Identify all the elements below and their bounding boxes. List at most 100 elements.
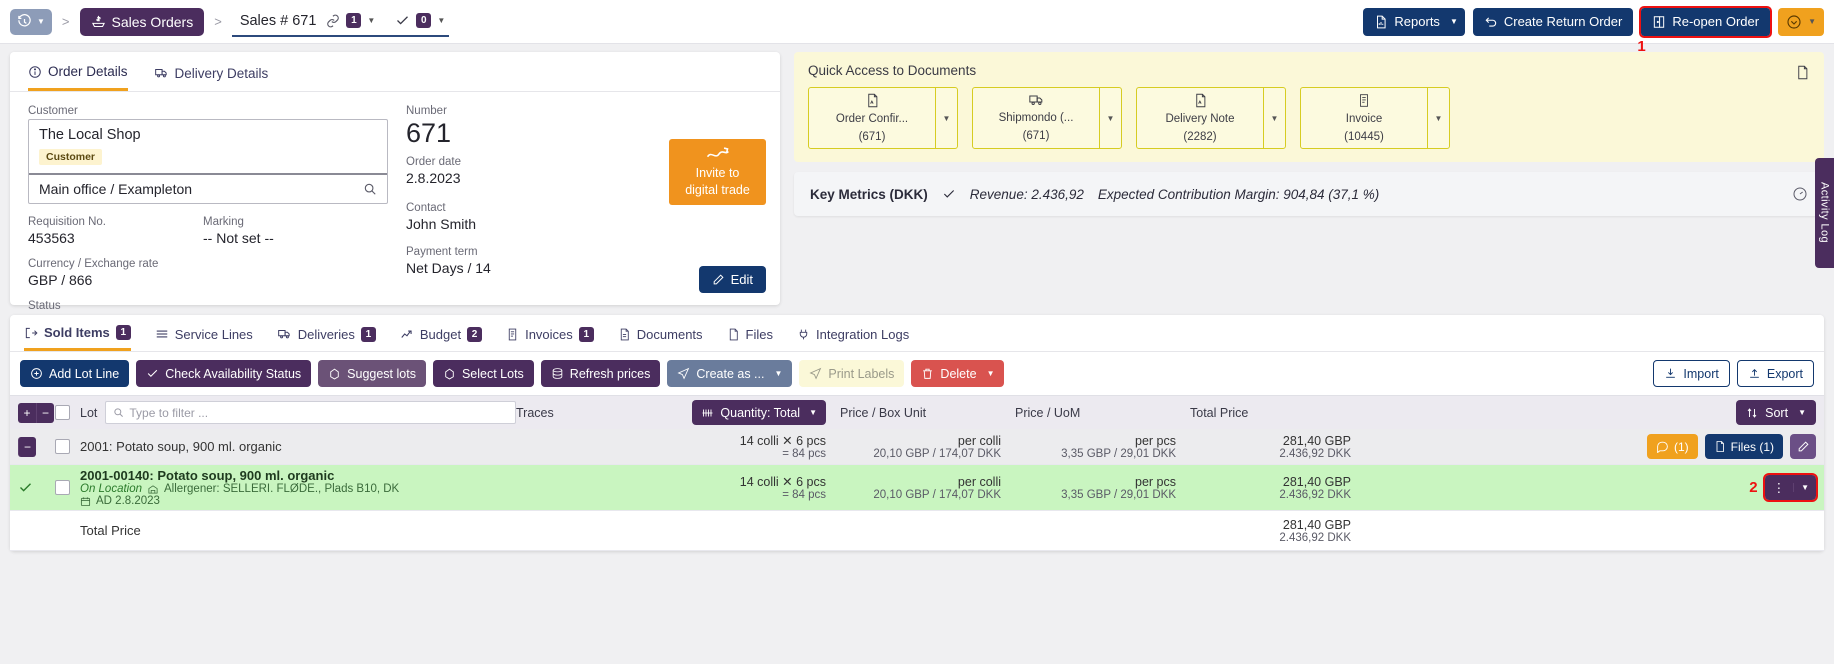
payment-term-label: Payment term: [406, 246, 656, 258]
order-edit-button[interactable]: Edit: [699, 266, 766, 293]
doc-delivery-note[interactable]: Delivery Note (2282) ▼: [1136, 87, 1286, 149]
select-lots-button[interactable]: Select Lots: [433, 360, 534, 387]
breadcrumb-sales-orders-label: Sales Orders: [112, 14, 194, 30]
check-icon: [395, 13, 410, 28]
row-quantity: 14 colli ✕ 6 pcs = 84 pcs: [666, 474, 826, 501]
select-all-cell: [44, 405, 80, 420]
doc-invoice-main[interactable]: Invoice (10445): [1301, 88, 1427, 148]
customer-address-value: Main office / Exampleton: [39, 181, 192, 197]
doc-delivery-note-caret-icon[interactable]: ▼: [1263, 88, 1285, 148]
tab-order-details[interactable]: Order Details: [28, 64, 128, 91]
row-checkbox[interactable]: [55, 480, 70, 495]
history-button[interactable]: ▼: [10, 9, 52, 35]
doc-delivery-note-main[interactable]: Delivery Note (2282): [1137, 88, 1263, 148]
tab-service-lines[interactable]: Service Lines: [155, 325, 253, 351]
truck-icon: [154, 66, 169, 80]
row-total-price: 281,40 GBP 2.436,92 DKK: [1176, 434, 1351, 460]
refresh-prices-button[interactable]: Refresh prices: [541, 360, 661, 387]
basket-icon: [1786, 14, 1802, 30]
sort-button[interactable]: Sort ▼: [1736, 400, 1816, 425]
invite-digital-trade-button[interactable]: Invite to digital trade: [669, 139, 766, 205]
tab-files[interactable]: Files: [727, 325, 773, 351]
row-collapse-button[interactable]: −: [18, 437, 36, 457]
invite-line-2: digital trade: [685, 183, 750, 199]
print-labels-button[interactable]: Print Labels: [799, 360, 904, 387]
row-quantity: 14 colli ✕ 6 pcs = 84 pcs: [666, 433, 826, 460]
row-on-location: On Location: [80, 483, 142, 495]
history-caret-icon[interactable]: ▼: [37, 17, 45, 26]
quick-access-doc-icon[interactable]: [1795, 64, 1810, 81]
row-context-caret-icon[interactable]: ▼: [1793, 483, 1816, 492]
reopen-order-button[interactable]: Re-open Order: [1641, 8, 1770, 36]
sort-caret-icon[interactable]: ▼: [1798, 408, 1806, 417]
doc-order-confirmation[interactable]: Order Confir... (671) ▼: [808, 87, 958, 149]
import-button[interactable]: Import: [1653, 360, 1729, 387]
select-all-checkbox[interactable]: [55, 405, 70, 420]
doc-order-confirmation-main[interactable]: Order Confir... (671): [809, 88, 935, 148]
check-caret-icon[interactable]: ▼: [437, 16, 445, 25]
table-total-row: Total Price 281,40 GBP 2.436,92 DKK: [10, 511, 1824, 551]
quick-access-title: Quick Access to Documents: [808, 63, 1810, 78]
total-line-2: 2.436,92 DKK: [1176, 532, 1351, 544]
breadcrumb-order-label: Sales # 671: [236, 13, 321, 29]
tab-budget[interactable]: Budget 2: [400, 325, 482, 351]
row-files-button[interactable]: Files (1): [1705, 434, 1783, 459]
tab-invoices[interactable]: Invoices 1: [506, 325, 594, 351]
customer-address-input[interactable]: Main office / Exampleton: [29, 175, 387, 203]
doc-shipmondo[interactable]: Shipmondo (... (671) ▼: [972, 87, 1122, 149]
more-actions-button[interactable]: ▼: [1778, 8, 1824, 36]
doc-invoice-caret-icon[interactable]: ▼: [1427, 88, 1449, 148]
order-details-card: Order Details Delivery Details Customer …: [10, 52, 780, 305]
tab-sold-items[interactable]: Sold Items 1: [24, 325, 131, 351]
row-price-box-unit: per colli 20,10 GBP / 174,07 DKK: [826, 434, 1001, 460]
table-row[interactable]: − 2001: Potato soup, 900 ml. organic 14 …: [10, 429, 1824, 465]
key-metrics-gauge-icon[interactable]: [1792, 186, 1808, 202]
create-as-button[interactable]: Create as ... ▼: [667, 360, 792, 387]
import-label: Import: [1683, 367, 1718, 381]
quantity-total-button[interactable]: Quantity: Total ▼: [692, 400, 826, 425]
tab-integration-logs[interactable]: Integration Logs: [797, 325, 909, 351]
row-actions: (1) Files (1): [1351, 434, 1816, 459]
pdf-icon: [1193, 92, 1208, 109]
export-button[interactable]: Export: [1737, 360, 1814, 387]
create-as-caret-icon[interactable]: ▼: [774, 369, 782, 378]
expand-all-button[interactable]: +: [18, 403, 36, 423]
customer-top[interactable]: The Local Shop Customer: [29, 120, 387, 175]
link-caret-icon[interactable]: ▼: [367, 16, 375, 25]
reports-caret-icon[interactable]: ▼: [1450, 17, 1458, 26]
doc-shipmondo-caret-icon[interactable]: ▼: [1099, 88, 1121, 148]
breadcrumb-order[interactable]: Sales # 671 1 ▼ 0 ▼: [232, 7, 449, 37]
activity-log-rail[interactable]: Activity Log: [1815, 158, 1834, 268]
delete-button[interactable]: Delete ▼: [911, 360, 1004, 387]
bars-icon: [701, 407, 714, 419]
delete-caret-icon[interactable]: ▼: [987, 369, 995, 378]
requisition-label: Requisition No.: [28, 216, 203, 228]
order-date-value: 2.8.2023: [406, 170, 656, 186]
doc-invoice[interactable]: Invoice (10445) ▼: [1300, 87, 1450, 149]
tab-deliveries[interactable]: Deliveries 1: [277, 325, 376, 351]
key-metrics-bar: Key Metrics (DKK) Revenue: 2.436,92 Expe…: [794, 172, 1824, 216]
add-lot-line-button[interactable]: Add Lot Line: [20, 360, 129, 387]
tab-documents[interactable]: Documents: [618, 325, 703, 351]
doc-order-confirmation-caret-icon[interactable]: ▼: [935, 88, 957, 148]
doc-shipmondo-main[interactable]: Shipmondo (... (671): [973, 88, 1099, 148]
create-return-order-button[interactable]: Create Return Order: [1473, 8, 1634, 36]
search-icon[interactable]: [363, 182, 377, 196]
row-edit-button[interactable]: [1790, 434, 1816, 459]
lot-filter-input[interactable]: Type to filter ...: [105, 401, 516, 424]
breadcrumb-sales-orders[interactable]: Sales Orders: [80, 8, 205, 36]
check-availability-button[interactable]: Check Availability Status: [136, 360, 311, 387]
row-context-menu-button[interactable]: ⋮ ▼: [1765, 475, 1816, 500]
price-box-unit-header: Price / Box Unit: [826, 406, 1001, 420]
row-comments-button[interactable]: (1): [1647, 434, 1698, 459]
row-checkbox[interactable]: [55, 439, 70, 454]
table-row[interactable]: 2001-00140: Potato soup, 900 ml. organic…: [10, 465, 1824, 511]
tab-delivery-details[interactable]: Delivery Details: [154, 64, 269, 91]
more-actions-caret-icon[interactable]: ▼: [1808, 17, 1816, 26]
reports-button[interactable]: Reports ▼: [1363, 8, 1464, 36]
order-number-value: 671: [406, 119, 656, 147]
edit-icon: [712, 273, 725, 286]
quantity-caret-icon[interactable]: ▼: [809, 408, 817, 417]
suggest-lots-button[interactable]: Suggest lots: [318, 360, 426, 387]
chart-icon: [400, 327, 414, 341]
